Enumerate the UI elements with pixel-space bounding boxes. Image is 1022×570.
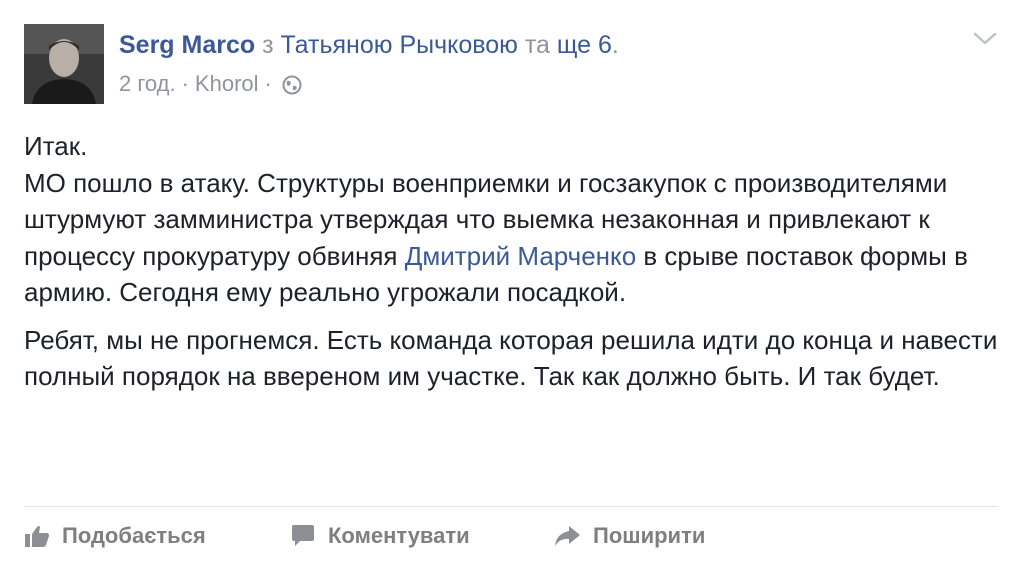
- action-bar: Подобається Коментувати Поширити: [0, 514, 1022, 558]
- divider: [24, 506, 998, 507]
- header-period: .: [611, 31, 619, 59]
- and-word: та: [517, 31, 557, 59]
- share-label: Поширити: [593, 523, 706, 548]
- share-arrow-icon: [555, 526, 580, 546]
- like-label: Подобається: [62, 523, 206, 548]
- globe-icon[interactable]: [282, 74, 302, 95]
- others-link[interactable]: ще 6: [557, 31, 612, 59]
- thumbs-up-icon: [25, 526, 49, 547]
- post-header: Serg Marco з Татьяною Рычковою та ще 6.: [119, 29, 619, 61]
- share-button[interactable]: Поширити: [553, 514, 705, 558]
- post-location[interactable]: Khorol: [195, 70, 259, 98]
- body-line: Итак.: [24, 131, 88, 161]
- mention-link[interactable]: Дмитрий Марченко: [405, 241, 636, 271]
- comment-button[interactable]: Коментувати: [290, 514, 470, 558]
- comment-icon: [292, 525, 314, 546]
- like-button[interactable]: Подобається: [24, 514, 206, 558]
- meta-separator: ·: [181, 71, 189, 96]
- paragraph-1: Итак. МО пошло в атаку. Структуры военпр…: [24, 128, 1009, 311]
- post-time[interactable]: 2 год.: [119, 70, 176, 98]
- author-name[interactable]: Serg Marco: [119, 31, 255, 59]
- avatar[interactable]: [24, 24, 104, 104]
- post-meta: 2 год. · Khorol ·: [119, 70, 302, 98]
- post-body: Итак. МО пошло в атаку. Структуры военпр…: [24, 128, 1009, 395]
- paragraph-2: Ребят, мы не прогнемся. Есть команда кот…: [24, 324, 998, 392]
- meta-separator: ·: [264, 71, 272, 96]
- tagged-person[interactable]: Татьяною Рычковою: [281, 31, 518, 59]
- with-prefix: з: [255, 31, 281, 59]
- comment-label: Коментувати: [328, 523, 470, 548]
- chevron-down-icon[interactable]: [972, 30, 998, 48]
- post-card: Serg Marco з Татьяною Рычковою та ще 6. …: [0, 0, 1022, 570]
